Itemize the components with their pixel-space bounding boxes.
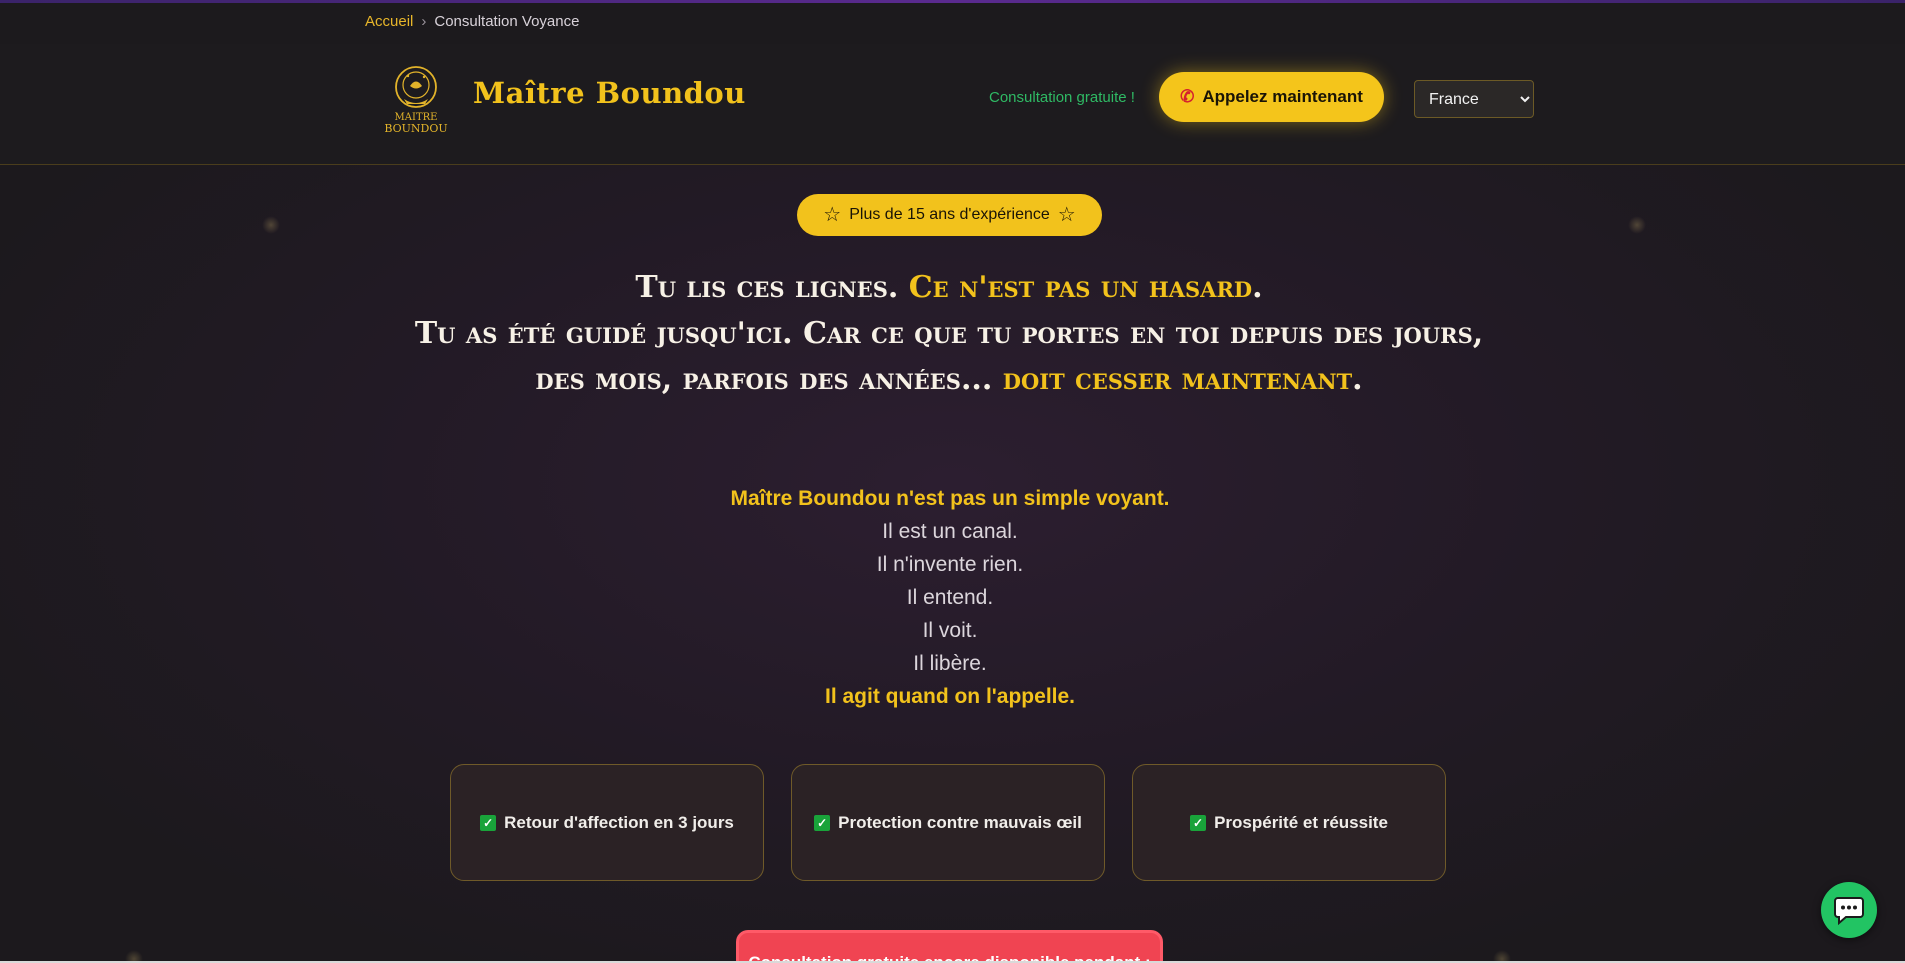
intro-line: Il agit quand on l'appelle.: [824, 685, 1075, 708]
star-icon: ☆: [1057, 204, 1076, 226]
experience-badge-label: Plus de 15 ans d'expérience: [849, 206, 1050, 223]
crystal-ball-logo-icon: MAITRE BOUNDOU: [384, 66, 448, 135]
logo[interactable]: MAITRE BOUNDOU: [378, 62, 454, 138]
intro-line: Il n'invente rien.: [876, 553, 1024, 576]
check-icon: ✓: [1190, 814, 1207, 831]
intro-line: Il entend.: [906, 586, 994, 609]
breadcrumb-separator: ›: [421, 13, 427, 30]
country-select[interactable]: France: [1414, 80, 1534, 118]
intro-line: Il est un canal.: [882, 520, 1018, 543]
headline-line1-end: .: [1252, 270, 1263, 305]
brand-name[interactable]: Maître Boundou: [473, 76, 746, 110]
headline-line1-gold: Ce n'est pas un hasard: [908, 270, 1253, 305]
feature-card: ✓ Retour d'affection en 3 jours: [450, 764, 764, 881]
headline-line2-gold: doit cesser maintenant: [1002, 362, 1353, 397]
countdown-banner: Consultation gratuite encore disponible …: [736, 930, 1163, 963]
breadcrumb-home-link[interactable]: Accueil: [365, 13, 413, 30]
chat-button[interactable]: [1821, 882, 1877, 938]
headline-line2-end: .: [1352, 362, 1363, 397]
call-now-button[interactable]: ✆ Appelez maintenant: [1159, 72, 1384, 122]
check-icon: ✓: [480, 814, 497, 831]
star-icon: ☆: [823, 204, 842, 226]
svg-text:BOUNDOU: BOUNDOU: [384, 122, 447, 135]
feature-card: ✓ Protection contre mauvais œil: [791, 764, 1105, 881]
breadcrumb: Accueil › Consultation Voyance: [365, 13, 579, 30]
sparkle-decoration: [1628, 216, 1646, 234]
intro-line: Il libère.: [913, 652, 987, 675]
features-list: ✓ Retour d'affection en 3 jours ✓ Protec…: [450, 764, 1450, 884]
sparkle-decoration: [262, 216, 280, 234]
hero-section: ☆ Plus de 15 ans d'expérience ☆ Tu lis c…: [0, 165, 1905, 963]
breadcrumb-current: Consultation Voyance: [434, 13, 580, 30]
feature-label: Protection contre mauvais œil: [838, 812, 1082, 832]
top-accent-bar: [0, 0, 1905, 3]
chat-bubble-icon: [1834, 897, 1864, 925]
site-header: MAITRE BOUNDOU Maître Boundou Consultati…: [0, 44, 1905, 165]
hero-headline: Tu lis ces lignes. Ce n'est pas un hasar…: [400, 265, 1498, 403]
headline-line1-white: Tu lis ces lignes.: [635, 270, 909, 305]
check-icon: ✓: [814, 814, 831, 831]
intro-line: Il voit.: [922, 619, 978, 642]
feature-label: Prospérité et réussite: [1214, 812, 1388, 832]
experience-badge: ☆ Plus de 15 ans d'expérience ☆: [797, 194, 1102, 236]
free-consultation-text: Consultation gratuite !: [989, 89, 1135, 106]
feature-card: ✓ Prospérité et réussite: [1132, 764, 1446, 881]
intro-line: Maître Boundou n'est pas un simple voyan…: [730, 487, 1170, 510]
call-button-label: Appelez maintenant: [1202, 87, 1363, 106]
feature-label: Retour d'affection en 3 jours: [504, 812, 734, 832]
phone-icon: ✆: [1180, 87, 1195, 106]
intro-text: Maître Boundou n'est pas un simple voyan…: [650, 482, 1250, 713]
